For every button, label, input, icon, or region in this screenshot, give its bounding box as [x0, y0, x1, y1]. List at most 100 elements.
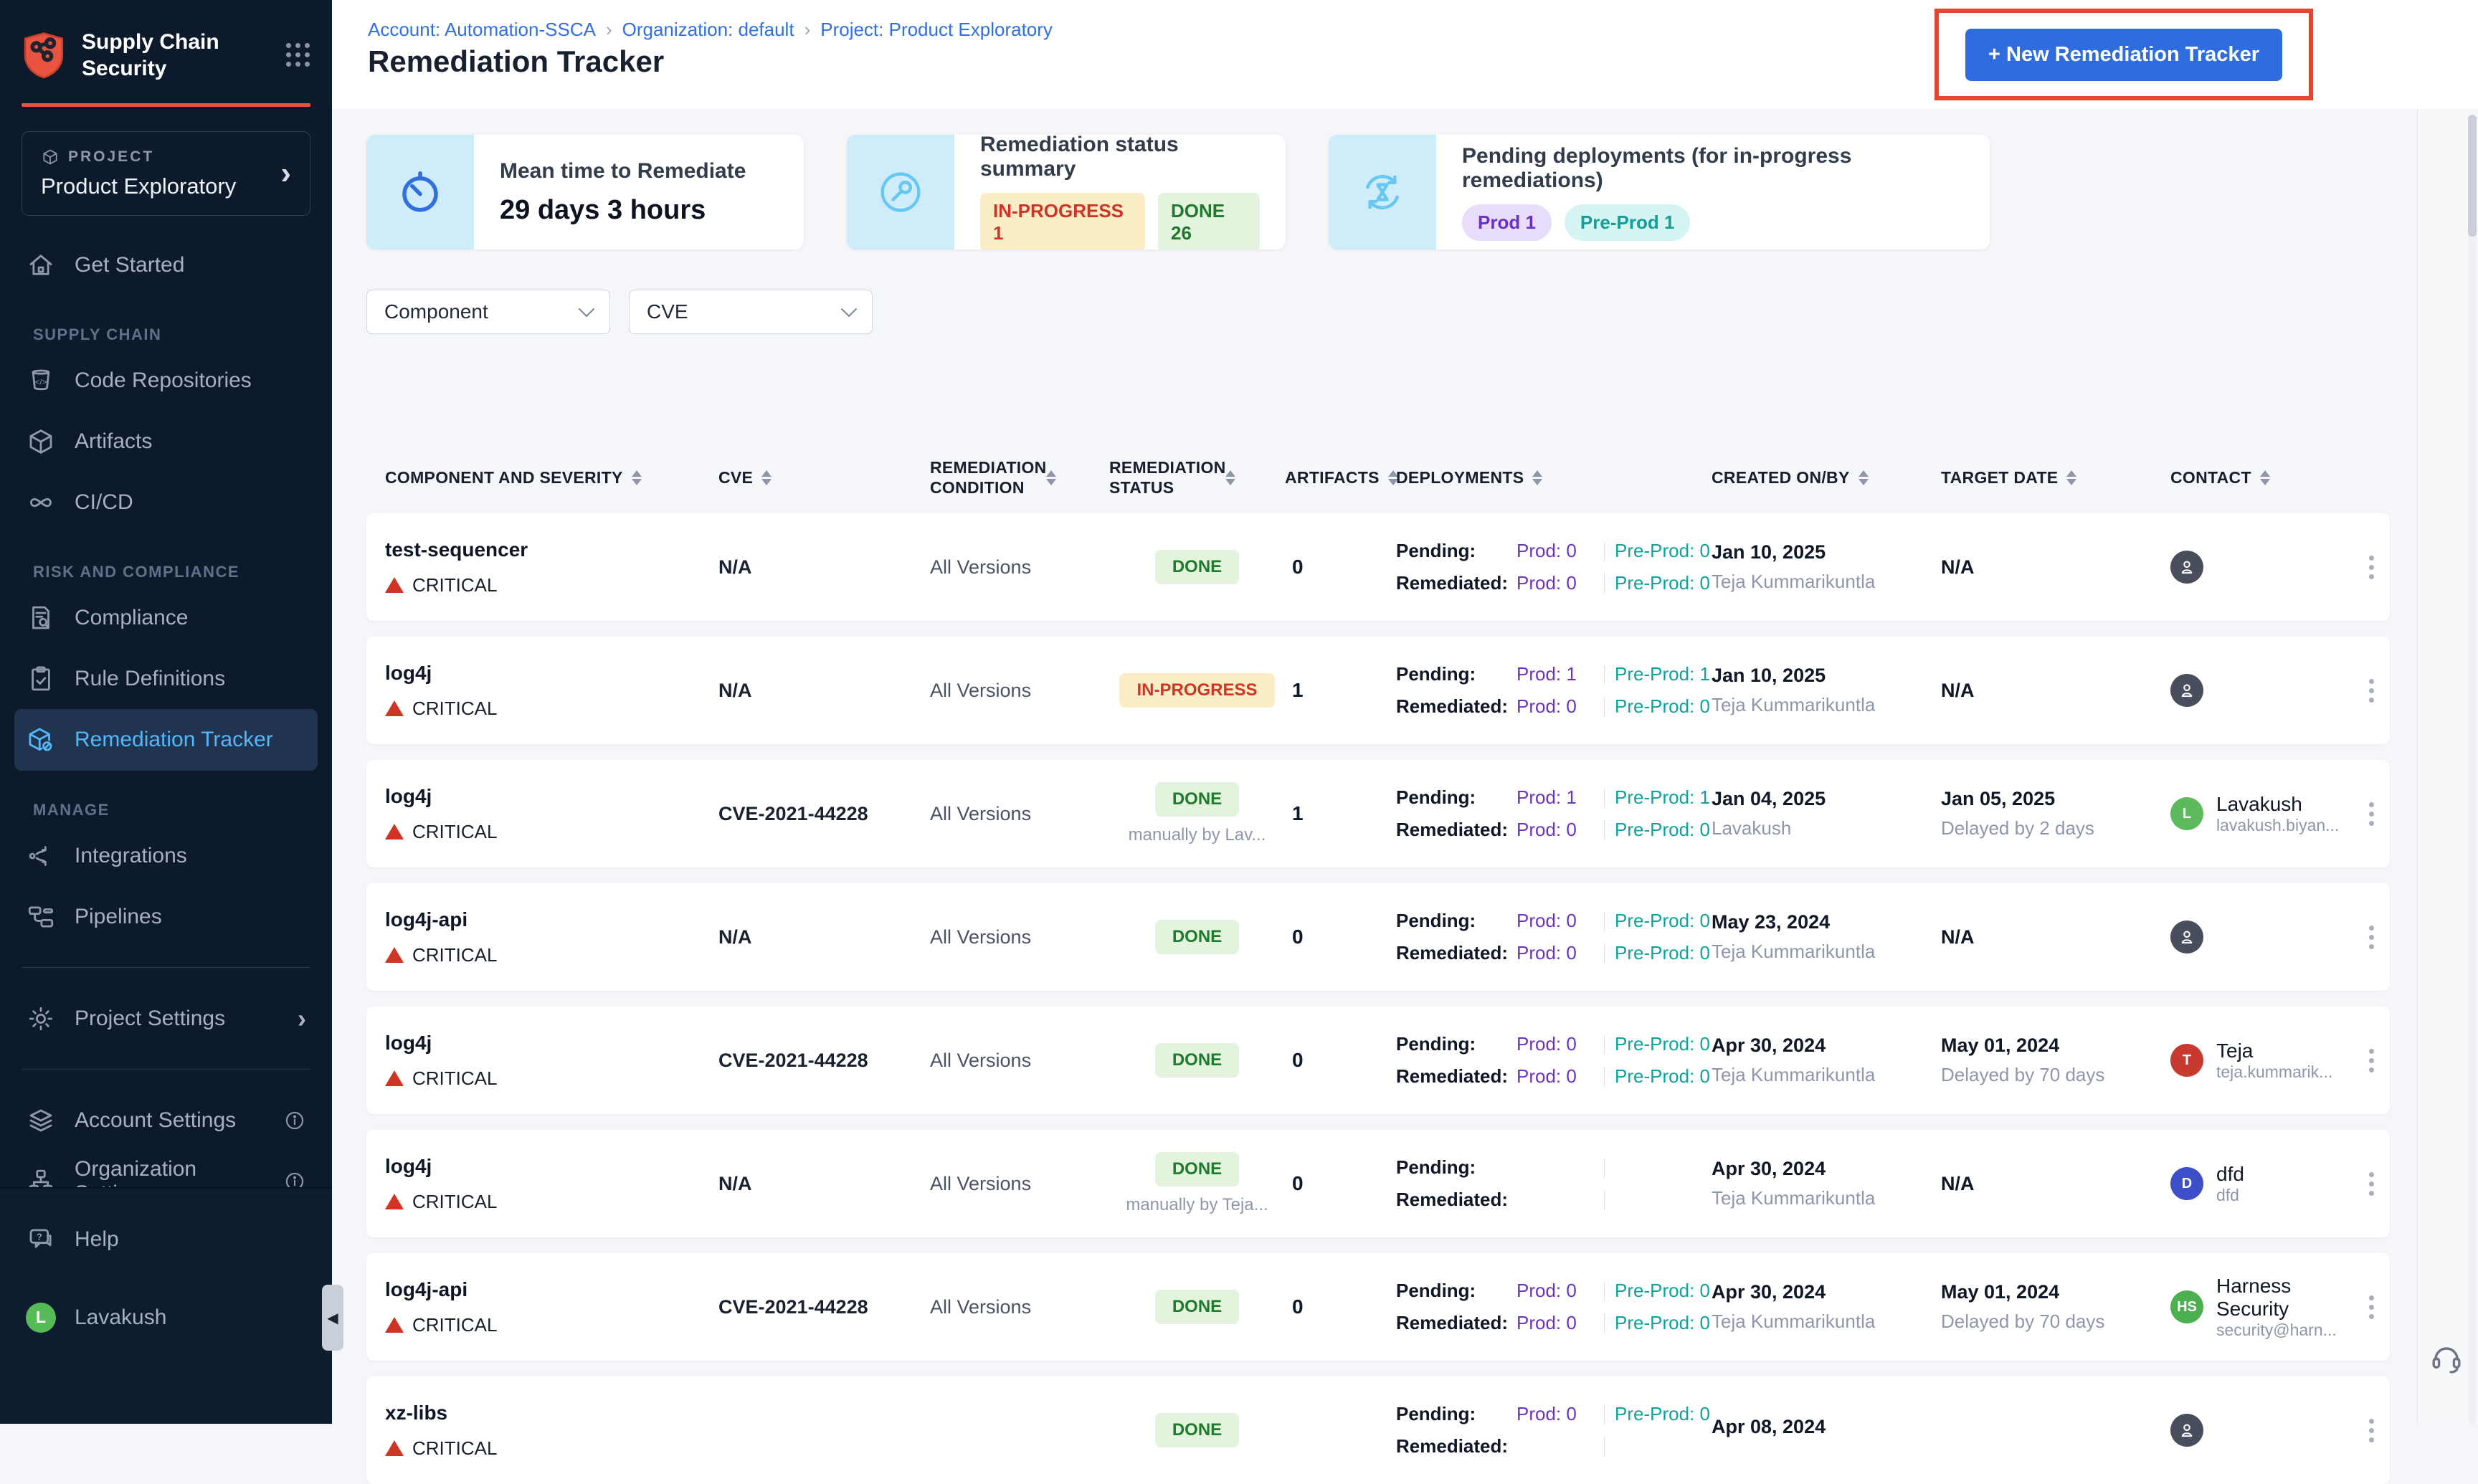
- sort-icon[interactable]: [1225, 470, 1235, 485]
- table-row[interactable]: log4j CRITICAL CVE-2021-44228 All Versio…: [366, 760, 2390, 867]
- remediation-status-cell: DONE: [1109, 1043, 1285, 1078]
- sidebar-item-cicd[interactable]: CI/CD: [0, 472, 332, 533]
- table-row[interactable]: log4j-api CRITICAL N/A All Versions DONE…: [366, 883, 2390, 991]
- user-name: Lavakush: [75, 1305, 167, 1329]
- artifacts-cell: 1: [1292, 802, 1304, 824]
- component-name: log4j-api: [385, 908, 468, 931]
- created-on-by-cell: Apr 30, 2024 Teja Kummarikuntla: [1712, 1034, 1876, 1085]
- row-menu-kebab-icon[interactable]: [2353, 678, 2390, 703]
- component-cell: log4j-api CRITICAL: [385, 1278, 718, 1336]
- contact-cell[interactable]: T Teja teja.kummarik...: [2170, 1040, 2353, 1082]
- sidebar-collapse-handle[interactable]: ◀: [322, 1285, 343, 1351]
- chevron-right-icon: ›: [280, 156, 291, 191]
- project-selector[interactable]: PROJECT Product Exploratory ›: [22, 131, 310, 216]
- info-icon[interactable]: [283, 1109, 306, 1132]
- column-header[interactable]: CREATED ON/BY: [1712, 467, 1941, 487]
- layers-icon: [26, 1105, 56, 1136]
- sort-icon[interactable]: [1532, 470, 1543, 485]
- component-filter-select[interactable]: Component: [366, 290, 610, 334]
- column-label: CVE: [718, 468, 754, 487]
- column-header[interactable]: COMPONENT AND SEVERITY: [385, 467, 718, 487]
- table-row[interactable]: log4j-api CRITICAL CVE-2021-44228 All Ve…: [366, 1253, 2390, 1361]
- sidebar-item-pipelines[interactable]: Pipelines: [0, 886, 332, 947]
- artifacts-cell: 1: [1292, 679, 1304, 701]
- new-remediation-tracker-button[interactable]: + New Remediation Tracker: [1965, 28, 2282, 81]
- column-header[interactable]: ARTIFACTS: [1285, 467, 1398, 487]
- table-row[interactable]: log4j CRITICAL CVE-2021-44228 All Versio…: [366, 1007, 2390, 1114]
- row-menu-kebab-icon[interactable]: [2353, 925, 2390, 949]
- row-menu-kebab-icon[interactable]: [2353, 555, 2390, 579]
- severity: CRITICAL: [385, 1314, 718, 1336]
- column-header[interactable]: CVE: [718, 467, 930, 487]
- breadcrumb-account[interactable]: Account: Automation-SSCA: [368, 19, 596, 41]
- component-name: xz-libs: [385, 1401, 448, 1424]
- remediation-condition-cell: All Versions: [930, 1172, 1032, 1194]
- critical-warning-icon: [385, 700, 404, 716]
- pending-preprod: Pre-Prod: 0: [1615, 1403, 1710, 1424]
- sidebar-item-label: CI/CD: [75, 490, 133, 514]
- table-row[interactable]: xz-libs CRITICAL DONE Pending: Prod: 0 Pre…: [366, 1376, 2390, 1484]
- column-header[interactable]: REMEDIATION CONDITION: [930, 457, 1109, 498]
- status-badge: DONE: [1154, 782, 1240, 817]
- column-header[interactable]: REMEDIATION STATUS: [1109, 457, 1285, 498]
- row-menu-kebab-icon[interactable]: [2353, 1418, 2390, 1442]
- target-date-cell: N/A: [1941, 926, 1975, 948]
- cve-filter-select[interactable]: CVE: [629, 290, 873, 334]
- breadcrumb-project[interactable]: Project: Product Exploratory: [820, 19, 1053, 41]
- sidebar-item-rule-definitions[interactable]: Rule Definitions: [0, 648, 332, 709]
- sidebar-user[interactable]: L Lavakush: [0, 1287, 332, 1348]
- sidebar-item-artifacts[interactable]: Artifacts: [0, 411, 332, 472]
- sort-icon[interactable]: [1858, 470, 1869, 485]
- contact-avatar: [2170, 674, 2203, 707]
- sort-icon[interactable]: [2066, 470, 2077, 485]
- remediated-preprod: Pre-Prod: 0: [1615, 942, 1710, 964]
- sidebar-item-get-started[interactable]: Get Started: [0, 234, 332, 295]
- app-switcher-grid-icon[interactable]: [286, 43, 310, 67]
- column-header[interactable]: CONTACT: [2170, 467, 2353, 487]
- card-icon-panel: [366, 135, 474, 249]
- table-row[interactable]: log4j CRITICAL N/A All Versions DONE man…: [366, 1130, 2390, 1237]
- sort-icon[interactable]: [1046, 470, 1056, 485]
- scrollbar-thumb[interactable]: [2468, 115, 2477, 237]
- help-chat-icon: ?: [26, 1224, 56, 1255]
- column-header[interactable]: DEPLOYMENTS: [1396, 467, 1712, 487]
- table-row[interactable]: test-sequencer CRITICAL N/A All Versions…: [366, 513, 2390, 621]
- sidebar-item-help[interactable]: ? Help: [0, 1209, 332, 1270]
- row-menu-kebab-icon[interactable]: [2353, 1295, 2390, 1319]
- box-icon: [26, 427, 56, 457]
- remediation-status-cell: IN-PROGRESS: [1109, 673, 1285, 708]
- contact-cell[interactable]: [2170, 551, 2353, 584]
- row-menu-kebab-icon[interactable]: [2353, 1171, 2390, 1196]
- breadcrumb-organization[interactable]: Organization: default: [622, 19, 794, 41]
- sidebar-item-code-repositories[interactable]: </> Code Repositories: [0, 350, 332, 411]
- contact-cell[interactable]: [2170, 1414, 2353, 1447]
- pending-prod: Prod: 0: [1516, 540, 1577, 561]
- column-header[interactable]: TARGET DATE: [1941, 467, 2170, 487]
- summary-card: Pending deployments (for in-progress rem…: [1329, 135, 1990, 249]
- created-on-by-cell: Apr 30, 2024 Teja Kummarikuntla: [1712, 1158, 1876, 1209]
- sort-icon[interactable]: [2259, 470, 2270, 485]
- remediation-condition-cell: All Versions: [930, 1049, 1032, 1071]
- contact-cell[interactable]: [2170, 674, 2353, 707]
- sidebar-item-integrations[interactable]: Integrations: [0, 825, 332, 886]
- column-label: CREATED ON/BY: [1712, 468, 1850, 487]
- contact-cell[interactable]: D dfd dfd: [2170, 1163, 2353, 1205]
- contact-cell[interactable]: [2170, 921, 2353, 953]
- sidebar-item-compliance[interactable]: Compliance: [0, 587, 332, 648]
- sort-icon[interactable]: [761, 470, 772, 485]
- remediation-condition-cell: All Versions: [930, 802, 1032, 824]
- row-menu-kebab-icon[interactable]: [2353, 1048, 2390, 1072]
- support-headset-icon[interactable]: [2428, 1339, 2465, 1376]
- contact-cell[interactable]: L Lavakush lavakush.biyan...: [2170, 793, 2353, 835]
- compliance-icon: [26, 603, 56, 633]
- contact-cell[interactable]: HS Harness Security security@harn...: [2170, 1275, 2353, 1340]
- pending-prod: Prod: 0: [1516, 1280, 1577, 1301]
- sidebar-item-project-settings[interactable]: Project Settings ›: [0, 988, 332, 1049]
- sort-icon[interactable]: [631, 470, 642, 485]
- table-row[interactable]: log4j CRITICAL N/A All Versions IN-PROGR…: [366, 637, 2390, 744]
- sidebar-item-account-settings[interactable]: Account Settings: [0, 1090, 332, 1151]
- row-menu-kebab-icon[interactable]: [2353, 802, 2390, 826]
- sidebar-item-remediation-tracker[interactable]: Remediation Tracker: [14, 709, 318, 771]
- vertical-scrollbar[interactable]: [2468, 115, 2477, 1424]
- status-badge: DONE: [1154, 1043, 1240, 1078]
